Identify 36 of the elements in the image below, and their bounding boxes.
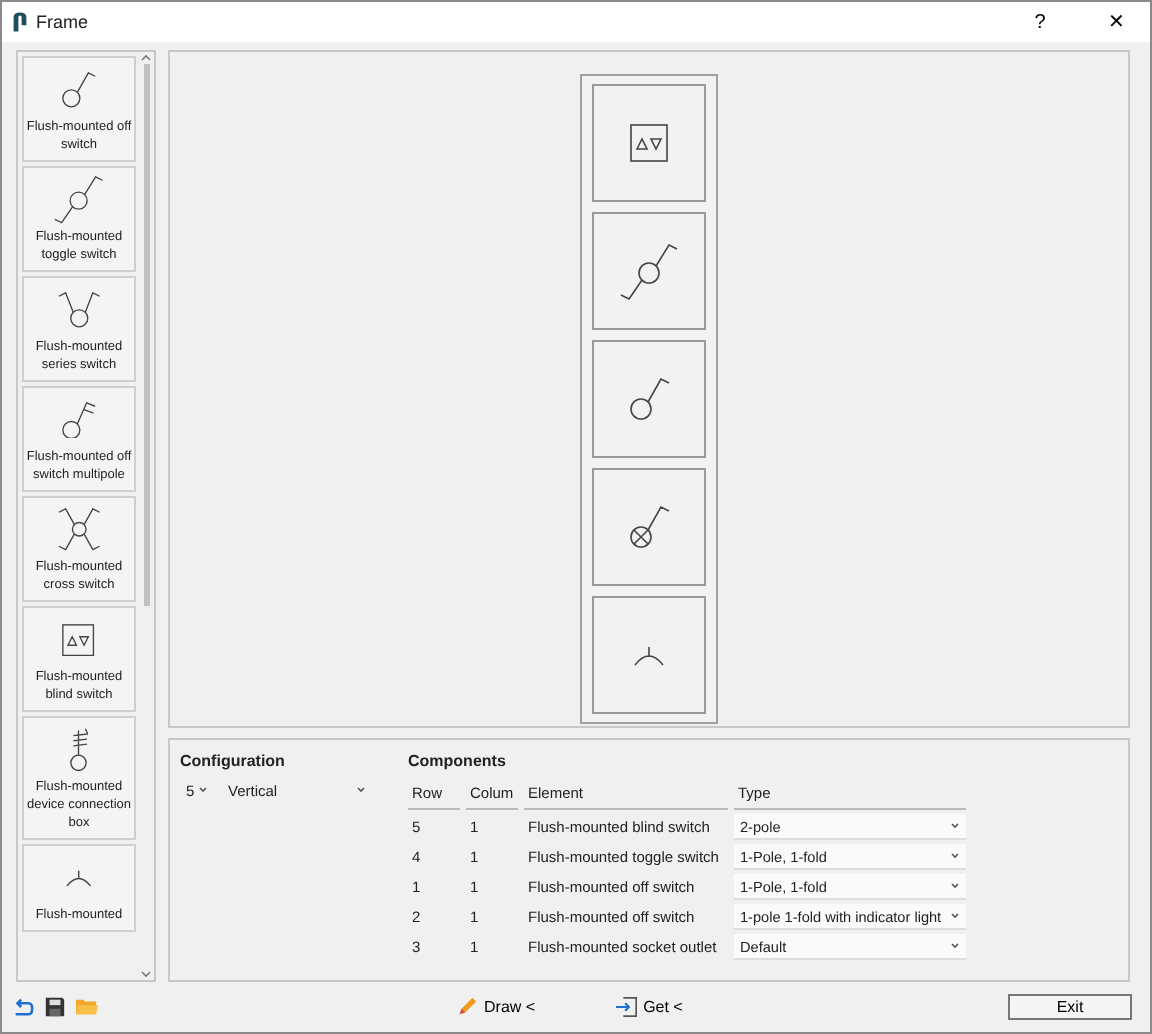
switch-symbol-icon: [69, 728, 89, 772]
undo-icon[interactable]: [12, 996, 34, 1018]
sign-in-icon: [615, 996, 638, 1018]
scroll-down-icon[interactable]: [140, 968, 152, 980]
switch-symbol-icon: [62, 401, 96, 439]
caret-icon: [950, 942, 960, 950]
switch-symbol-icon: [620, 243, 678, 299]
section-title: Configuration: [180, 752, 287, 770]
switch-symbol-icon: [57, 292, 101, 328]
draw-button[interactable]: Draw <: [456, 996, 536, 1018]
switch-symbol-icon: [66, 869, 92, 887]
switch-symbol-icon: [629, 506, 669, 548]
caret-icon: [950, 912, 960, 920]
exit-button[interactable]: Exit: [1008, 994, 1132, 1020]
switch-symbol-icon: [57, 508, 101, 552]
save-icon[interactable]: [44, 996, 66, 1018]
caret-icon: [950, 852, 960, 860]
switch-symbol-icon: [62, 72, 96, 108]
caret-icon: [356, 786, 366, 794]
switch-symbol-icon: [634, 645, 664, 665]
scrollbar-thumb[interactable]: [143, 64, 149, 607]
window-title: Frame: [36, 12, 91, 32]
caret-icon: [950, 822, 960, 830]
caret-icon: [950, 882, 960, 890]
app-logo-icon: [12, 12, 28, 32]
pencil-icon: [456, 996, 478, 1018]
help-button[interactable]: ?: [1006, 11, 1074, 33]
switch-symbol-icon: [630, 124, 668, 162]
caret-icon: [198, 786, 208, 794]
section-title: Components: [408, 752, 508, 770]
switch-symbol-icon: [62, 623, 96, 657]
switch-symbol-icon: [629, 378, 669, 420]
get-button[interactable]: Get <: [615, 996, 683, 1018]
close-button[interactable]: ✕: [1082, 10, 1150, 34]
scroll-up-icon[interactable]: [140, 52, 152, 64]
switch-symbol-icon: [54, 176, 104, 224]
